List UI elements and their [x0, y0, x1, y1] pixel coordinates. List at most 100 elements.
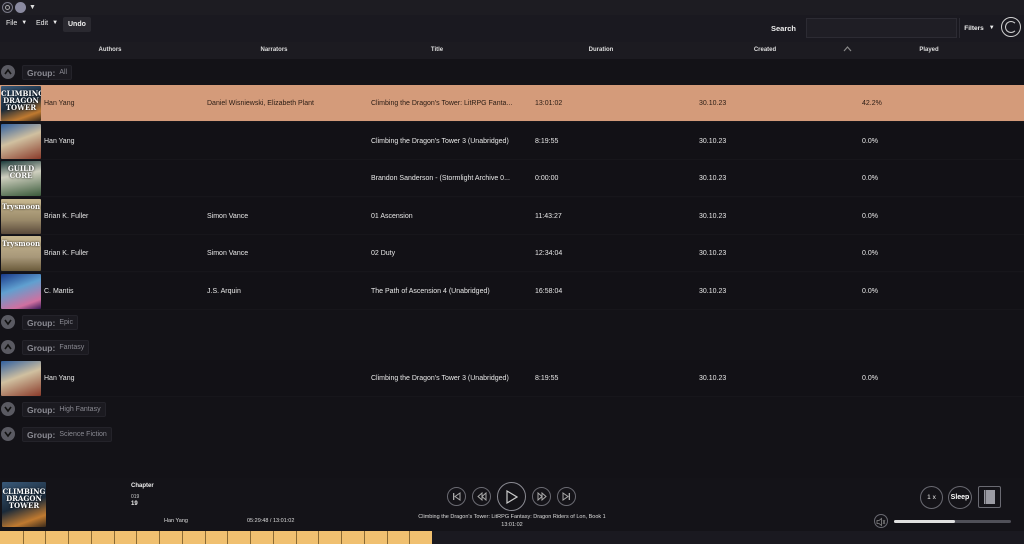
search-input[interactable]: [806, 18, 957, 38]
cover-text: Trysmoon: [1, 201, 41, 211]
column-title[interactable]: Title: [431, 47, 443, 53]
table-row[interactable]: Trysmoon Brian K. Fuller Simon Vance 02 Dut…: [0, 235, 1024, 272]
edit-menu-label: Edit: [36, 19, 49, 27]
filters-label: Filters: [964, 24, 984, 32]
table-row[interactable]: GUILD CORE Brandon Sanderson - (Stormligh…: [0, 160, 1024, 197]
group-header-science-fiction[interactable]: Group: Science Fiction: [0, 425, 200, 443]
group-header-fantasy[interactable]: Group: Fantasy: [0, 338, 200, 356]
table-row[interactable]: Trysmoon Brian K. Fuller Simon Vance 01 Asc…: [0, 197, 1024, 235]
expand-icon[interactable]: [1, 402, 15, 416]
filters-button[interactable]: Filters ▼: [959, 18, 999, 38]
app-logo-icon[interactable]: [2, 2, 13, 13]
cell-narrator: Simon Vance: [207, 212, 249, 220]
column-narrators[interactable]: Narrators: [260, 47, 287, 53]
group-header-all[interactable]: Group: All: [0, 63, 200, 81]
column-played[interactable]: Played: [919, 47, 938, 53]
group-header-high-fantasy[interactable]: Group: High Fantasy: [0, 400, 200, 418]
chapter-marker: [136, 531, 137, 544]
chevron-down-icon[interactable]: ▼: [29, 4, 36, 11]
column-duration[interactable]: Duration: [589, 47, 614, 53]
cell-played: 0.0%: [862, 375, 878, 382]
player-duration: 13:01:02: [501, 522, 523, 528]
bookmark-button[interactable]: [978, 486, 1001, 508]
collapse-icon[interactable]: [1, 65, 15, 79]
group-header-epic[interactable]: Group: Epic: [0, 313, 200, 331]
collapse-icon[interactable]: [1, 340, 15, 354]
group-name: Fantasy: [59, 344, 85, 351]
cell-created: 30.10.23: [699, 175, 727, 182]
chapter-marker: [114, 531, 115, 544]
cell-duration: 0:00:00: [535, 175, 559, 182]
column-created[interactable]: Created: [754, 47, 776, 53]
sort-ascending-icon[interactable]: [843, 46, 852, 52]
fast-forward-button[interactable]: [532, 487, 551, 506]
cell-title: The Path of Ascension 4 (Unabridged): [371, 287, 490, 295]
book-cover[interactable]: Trysmoon: [1, 198, 41, 234]
play-button[interactable]: [497, 482, 526, 511]
cell-narrator: J.S. Arquin: [207, 287, 241, 295]
edit-menu[interactable]: Edit ▼: [36, 16, 58, 30]
previous-chapter-button[interactable]: [447, 487, 466, 506]
cover-text: CLIMBING DRAGON TOWER: [1, 89, 41, 112]
chapter-marker: [341, 531, 342, 544]
book-cover[interactable]: CLIMBING DRAGON TOWER: [1, 86, 41, 121]
cell-played: 0.0%: [862, 175, 878, 182]
cell-created: 30.10.23: [699, 375, 727, 382]
player-bar: CLIMBING DRAGON TOWER Chapter 019 19 Han…: [0, 478, 1024, 531]
playback-progress-bar[interactable]: [0, 531, 1024, 544]
book-cover[interactable]: GUILD CORE: [1, 161, 41, 196]
book-cover[interactable]: [1, 273, 41, 309]
chapter-marker: [182, 531, 183, 544]
cell-played: 0.0%: [862, 212, 878, 220]
avatar-icon[interactable]: [15, 2, 26, 13]
bookmark-icon: [984, 490, 995, 504]
undo-button[interactable]: Undo: [63, 17, 91, 32]
table-row[interactable]: Han Yang Climbing the Dragon's Tower 3 (U…: [0, 122, 1024, 160]
group-tag: Group: All: [22, 65, 73, 80]
volume-slider[interactable]: [894, 520, 1011, 523]
book-cover[interactable]: [1, 361, 41, 396]
group-label: Group:: [27, 317, 56, 328]
chapter-marker: [68, 531, 69, 544]
group-label: Group:: [27, 342, 56, 353]
chapter-marker: [409, 531, 410, 544]
cell-title: Climbing the Dragon's Tower 3 (Unabridge…: [371, 137, 509, 145]
next-chapter-button[interactable]: [557, 487, 576, 506]
cover-text: GUILD CORE: [7, 164, 35, 180]
cell-created: 30.10.23: [699, 250, 727, 257]
cover-text: Trysmoon: [1, 239, 41, 248]
column-header: Authors Narrators Title Duration Created…: [0, 42, 1024, 59]
chapter-label: Chapter: [131, 483, 154, 489]
chapter-marker: [318, 531, 319, 544]
group-label: Group:: [27, 67, 56, 78]
cell-duration: 8:19:55: [535, 137, 559, 145]
group-label: Group:: [27, 429, 56, 440]
settings-icon[interactable]: [1001, 17, 1021, 37]
expand-icon[interactable]: [1, 427, 15, 441]
playback-speed-button[interactable]: 1 x: [920, 486, 943, 509]
book-cover[interactable]: Trysmoon: [1, 236, 41, 271]
group-tag: Group: High Fantasy: [22, 402, 106, 417]
chapter-marker: [23, 531, 24, 544]
search-label: Search: [771, 24, 797, 33]
book-cover[interactable]: [1, 123, 41, 159]
cell-played: 0.0%: [862, 287, 878, 295]
cell-duration: 11:43:27: [535, 212, 562, 220]
chapter-marker: [91, 531, 92, 544]
chapter-marker: [273, 531, 274, 544]
cell-played: 42.2%: [862, 100, 882, 107]
now-playing-cover[interactable]: CLIMBING DRAGON TOWER: [2, 482, 46, 527]
table-row[interactable]: C. Mantis J.S. Arquin The Path of Ascensio…: [0, 272, 1024, 310]
sleep-timer-button[interactable]: Sleep: [948, 486, 972, 509]
column-authors[interactable]: Authors: [99, 47, 122, 53]
rewind-button[interactable]: [472, 487, 491, 506]
cell-narrator: Simon Vance: [207, 250, 249, 257]
file-menu[interactable]: File ▼: [6, 16, 27, 30]
table-row[interactable]: CLIMBING DRAGON TOWER Han Yang Daniel Wisn…: [0, 85, 1024, 122]
chevron-down-icon: ▼: [988, 25, 995, 31]
cell-created: 30.10.23: [699, 137, 727, 145]
group-tag: Group: Epic: [22, 315, 78, 330]
table-row[interactable]: Han Yang Climbing the Dragon's Tower 3 (U…: [0, 360, 1024, 397]
expand-icon[interactable]: [1, 315, 15, 329]
volume-icon[interactable]: [874, 514, 888, 528]
